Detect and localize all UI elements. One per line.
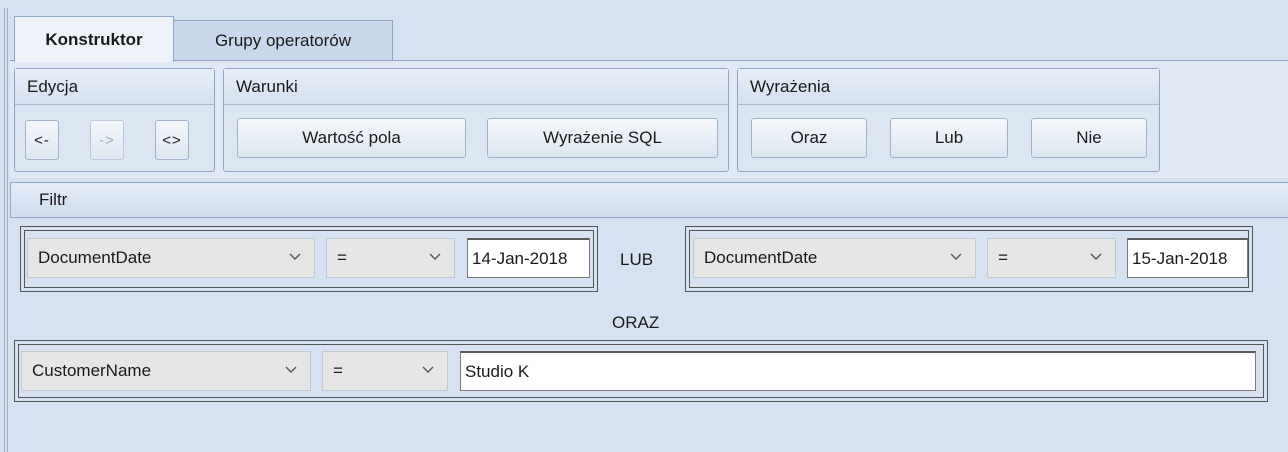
field-select[interactable]: DocumentDate [693, 238, 976, 278]
move-left-button[interactable]: <- [25, 120, 59, 160]
not-button[interactable]: Nie [1031, 118, 1147, 158]
date-value-input[interactable]: 15-Jan-2018 [1127, 238, 1248, 278]
field-select[interactable]: DocumentDate [27, 238, 315, 278]
filter-constructor-window: Grupy operatorów Konstruktor Edycja <- -… [0, 0, 1288, 452]
group-title: Edycja [15, 69, 214, 105]
window-border [4, 8, 5, 452]
field-value-button[interactable]: Wartość pola [237, 118, 466, 158]
chevron-down-icon [289, 253, 301, 260]
and-connector-label: ORAZ [612, 313, 660, 332]
filter-title: Filtr [39, 190, 68, 209]
group-title: Warunki [224, 69, 728, 105]
operator-select[interactable]: = [987, 238, 1116, 278]
or-connector-label: LUB [620, 250, 654, 269]
chevron-down-icon [422, 366, 434, 373]
tab-label: Konstruktor [45, 29, 143, 49]
group-title: Wyrażenia [738, 69, 1159, 105]
window-border-inner [7, 8, 8, 452]
filter-header: Filtr [10, 182, 1288, 218]
tab-konstruktor[interactable]: Konstruktor [14, 16, 174, 62]
chevron-down-icon [1090, 253, 1102, 260]
date-value-input[interactable]: 14-Jan-2018 [467, 238, 590, 278]
chevron-down-icon [429, 253, 441, 260]
customer-value-input[interactable]: Studio K [460, 351, 1256, 391]
tab-label: Grupy operatorów [214, 30, 352, 50]
chevron-down-icon [285, 366, 297, 373]
swap-button[interactable]: <> [155, 120, 189, 160]
and-button[interactable]: Oraz [751, 118, 867, 158]
move-right-button[interactable]: -> [90, 120, 124, 160]
or-button[interactable]: Lub [890, 118, 1008, 158]
operator-select[interactable]: = [322, 351, 448, 391]
field-select[interactable]: CustomerName [21, 351, 311, 391]
chevron-down-icon [950, 253, 962, 260]
sql-expression-button[interactable]: Wyrażenie SQL [487, 118, 718, 158]
tab-grupy-operatorow[interactable]: Grupy operatorów [173, 20, 393, 60]
operator-select[interactable]: = [326, 238, 455, 278]
